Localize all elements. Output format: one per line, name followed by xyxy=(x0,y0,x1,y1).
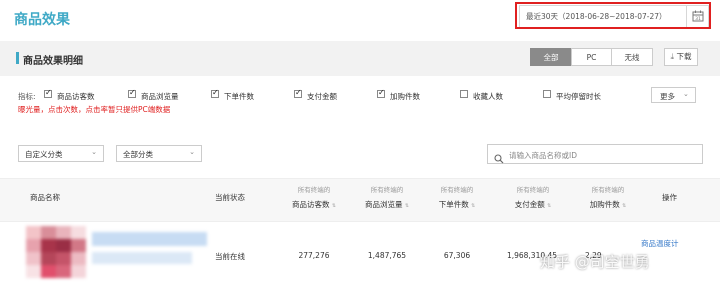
col-orders-label: 下单件数 xyxy=(438,200,469,209)
row-status: 当前在线 xyxy=(215,252,245,261)
all-category-value: 全部分类 xyxy=(123,150,153,159)
page-title: 商品效果 xyxy=(14,12,70,28)
metrics-hint: 曝光量，点击次数，点击率暂只提供PC端数据 xyxy=(18,105,171,114)
col-views[interactable]: 商品浏览量 ⇅ xyxy=(353,199,421,210)
more-dropdown[interactable]: 更多 ⌄ xyxy=(651,87,696,103)
chevron-down-icon: ⌄ xyxy=(683,90,689,98)
col-orders-sub: 所有终端的 xyxy=(440,186,474,194)
product-thumbnail[interactable] xyxy=(26,226,86,278)
search-icon xyxy=(494,149,504,168)
product-thermometer-link[interactable]: 商品温度计 xyxy=(641,238,679,249)
col-product-name: 商品名称 xyxy=(30,193,60,202)
col-pay-sub: 所有终端的 xyxy=(516,186,550,194)
row-orders: 67,306 xyxy=(443,251,471,260)
checkbox-avg-stay[interactable] xyxy=(543,90,551,98)
download-label: 下载 xyxy=(676,52,692,61)
chevron-down-icon: ⌄ xyxy=(91,148,97,156)
col-status: 当前状态 xyxy=(215,193,245,202)
more-label: 更多 xyxy=(660,92,675,101)
tab-all[interactable]: 全部 xyxy=(530,48,572,66)
section-title: 商品效果明细 xyxy=(23,56,83,67)
product-search-field[interactable]: 请输入商品名称或ID xyxy=(487,144,703,164)
col-cart-sub: 所有终端的 xyxy=(591,186,625,194)
metric-label-orders: 下单件数 xyxy=(224,92,254,101)
metric-label-favorites: 收藏人数 xyxy=(473,92,503,101)
sort-icon: ⇅ xyxy=(471,203,476,209)
checkbox-views[interactable] xyxy=(128,88,136,98)
all-category-select[interactable]: 全部分类 ⌄ xyxy=(116,145,202,162)
download-icon: ⤓ xyxy=(670,52,675,61)
red-highlight-box xyxy=(515,2,711,29)
checkbox-orders[interactable] xyxy=(211,88,219,98)
col-pay-label: 支付金额 xyxy=(514,200,545,209)
download-button[interactable]: ⤓ 下载 xyxy=(664,48,698,66)
col-pay[interactable]: 支付金额 ⇅ xyxy=(503,199,563,210)
sort-icon: ⇅ xyxy=(622,203,627,209)
checkbox-favorites[interactable] xyxy=(460,90,468,98)
chevron-down-icon: ⌄ xyxy=(189,148,195,156)
custom-category-select[interactable]: 自定义分类 ⌄ xyxy=(18,145,104,162)
custom-category-value: 自定义分类 xyxy=(25,150,63,159)
metrics-label: 指标: xyxy=(18,92,36,101)
col-ops: 操作 xyxy=(662,193,677,202)
row-views: 1,487,765 xyxy=(367,251,407,260)
metric-label-avg-stay: 平均停留时长 xyxy=(556,92,601,101)
metric-label-pay: 支付金额 xyxy=(307,92,337,101)
checkbox-visitors[interactable] xyxy=(44,88,52,98)
metric-label-cart: 加购件数 xyxy=(390,92,420,101)
watermark: 知乎 @司空世勇 xyxy=(540,253,650,271)
col-visitors-sub: 所有终端的 xyxy=(297,186,331,194)
col-visitors-label: 商品访客数 xyxy=(291,200,330,209)
checkbox-pay[interactable] xyxy=(294,88,302,98)
tab-pc[interactable]: PC xyxy=(571,48,612,66)
metric-label-visitors: 商品访客数 xyxy=(57,92,95,101)
section-accent-bar xyxy=(16,52,19,64)
col-views-label: 商品浏览量 xyxy=(364,200,403,209)
checkbox-cart[interactable] xyxy=(377,88,385,98)
col-cart-label: 加购件数 xyxy=(589,200,620,209)
product-name-link[interactable] xyxy=(92,232,207,246)
sort-icon: ⇅ xyxy=(331,203,337,209)
sort-icon: ⇅ xyxy=(547,203,552,209)
col-cart[interactable]: 加购件数 ⇅ xyxy=(578,199,638,210)
col-views-sub: 所有终端的 xyxy=(370,186,404,194)
row-visitors: 277,276 xyxy=(298,251,330,260)
sort-icon: ⇅ xyxy=(404,203,410,209)
product-id-text xyxy=(92,252,192,264)
tab-wireless[interactable]: 无线 xyxy=(611,48,653,66)
col-orders[interactable]: 下单件数 ⇅ xyxy=(427,199,487,210)
col-visitors[interactable]: 商品访客数 ⇅ xyxy=(280,199,348,210)
metric-label-views: 商品浏览量 xyxy=(141,92,179,101)
search-placeholder: 请输入商品名称或ID xyxy=(509,151,577,160)
